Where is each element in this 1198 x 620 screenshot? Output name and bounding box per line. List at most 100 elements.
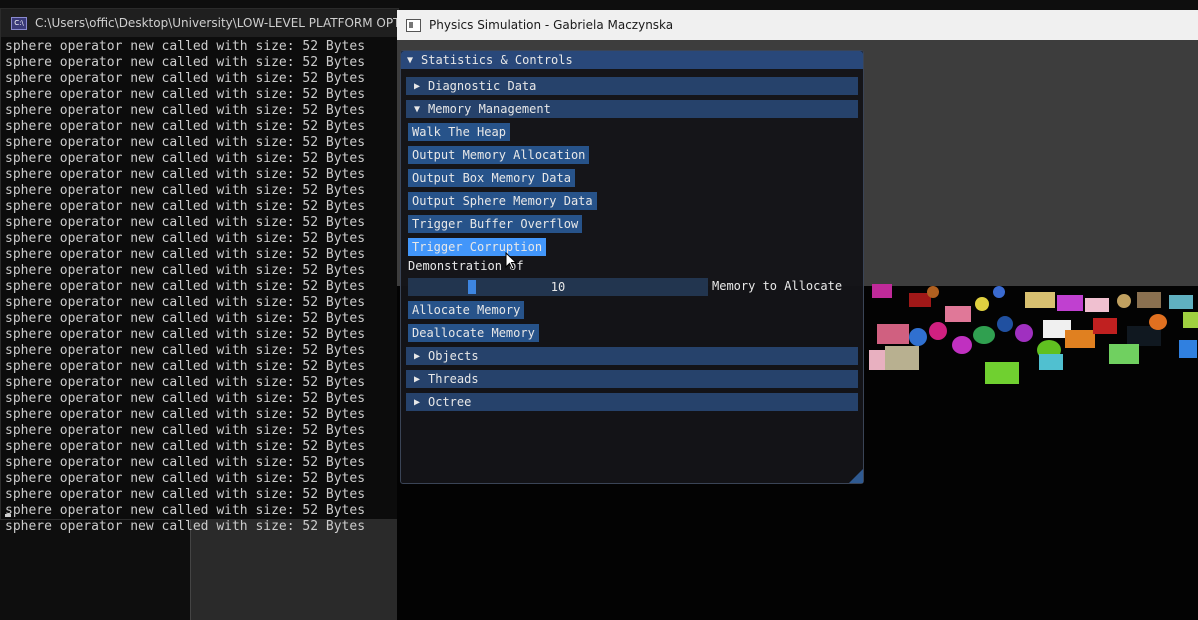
header-label: Objects (428, 349, 479, 363)
console-output: sphere operator new called with size: 52… (1, 37, 398, 535)
slider-label: Memory to Allocate (712, 279, 843, 293)
box-object (869, 350, 885, 370)
console-line: sphere operator new called with size: 52… (5, 167, 366, 182)
memory-to-allocate-slider[interactable]: 10 (408, 278, 708, 296)
header-octree[interactable]: ▶ Octree (406, 393, 858, 411)
console-line: sphere operator new called with size: 52… (5, 215, 366, 230)
mouse-cursor-icon (505, 252, 517, 270)
console-window[interactable]: C:\ C:\Users\offic\Desktop\University\LO… (0, 8, 399, 534)
app-titlebar[interactable]: Physics Simulation - Gabriela Maczynska (397, 10, 1198, 40)
console-cursor (5, 514, 11, 517)
header-threads[interactable]: ▶ Threads (406, 370, 858, 388)
sphere-object (973, 326, 995, 344)
allocate-memory-button[interactable]: Allocate Memory (408, 301, 525, 319)
sphere-object (929, 322, 947, 340)
console-line: sphere operator new called with size: 52… (5, 135, 366, 150)
sphere-object (1149, 314, 1167, 330)
header-label: Octree (428, 395, 472, 409)
slider-value: 10 (550, 280, 566, 294)
console-line: sphere operator new called with size: 52… (5, 423, 366, 438)
console-line: sphere operator new called with size: 52… (5, 279, 366, 294)
console-titlebar[interactable]: C:\ C:\Users\offic\Desktop\University\LO… (1, 9, 398, 37)
expand-arrow-icon: ▶ (413, 350, 421, 362)
app-title: Physics Simulation - Gabriela Maczynska (429, 18, 674, 32)
deallocate-memory-button[interactable]: Deallocate Memory (408, 324, 539, 342)
console-line: sphere operator new called with size: 52… (5, 375, 366, 390)
console-line: sphere operator new called with size: 52… (5, 71, 366, 86)
console-line: sphere operator new called with size: 52… (5, 247, 366, 262)
console-line: sphere operator new called with size: 52… (5, 199, 366, 214)
box-object (1039, 354, 1063, 370)
console-icon: C:\ (11, 16, 27, 30)
box-object (877, 324, 909, 344)
header-label: Diagnostic Data (428, 79, 537, 93)
sphere-object (1015, 324, 1033, 342)
header-memory-management[interactable]: ▼ Memory Management (406, 100, 858, 118)
box-object (1093, 318, 1117, 334)
console-line: sphere operator new called with size: 52… (5, 503, 366, 518)
collapse-arrow-icon: ▼ (413, 103, 421, 115)
console-line: sphere operator new called with size: 52… (5, 471, 366, 486)
console-line: sphere operator new called with size: 52… (5, 87, 366, 102)
output-memory-allocation-button[interactable]: Output Memory Allocation (408, 146, 590, 164)
collapse-arrow-icon[interactable]: ▼ (407, 55, 421, 66)
header-label: Memory Management (428, 102, 551, 116)
box-object (985, 362, 1019, 384)
console-line: sphere operator new called with size: 52… (5, 295, 366, 310)
console-line: sphere operator new called with size: 52… (5, 487, 366, 502)
console-line: sphere operator new called with size: 52… (5, 183, 366, 198)
sphere-object (927, 286, 939, 298)
trigger-buffer-overflow-button[interactable]: Trigger Buffer Overflow (408, 215, 583, 233)
box-object (1169, 295, 1193, 309)
expand-arrow-icon: ▶ (413, 396, 421, 408)
console-line: sphere operator new called with size: 52… (5, 119, 366, 134)
console-line: sphere operator new called with size: 52… (5, 231, 366, 246)
box-object (1109, 344, 1139, 364)
header-diagnostic-data[interactable]: ▶ Diagnostic Data (406, 77, 858, 95)
sphere-object (1117, 294, 1131, 308)
console-line: sphere operator new called with size: 52… (5, 407, 366, 422)
box-object (1025, 292, 1055, 308)
statistics-controls-panel[interactable]: ▼ Statistics & Controls ▶ Diagnostic Dat… (400, 50, 864, 484)
expand-arrow-icon: ▶ (413, 80, 421, 92)
console-line: sphere operator new called with size: 52… (5, 103, 366, 118)
console-line: sphere operator new called with size: 52… (5, 151, 366, 166)
box-object (885, 346, 919, 370)
app-window-icon (406, 18, 421, 32)
console-line: sphere operator new called with size: 52… (5, 327, 366, 342)
panel-title-bar[interactable]: ▼ Statistics & Controls (401, 51, 863, 69)
console-line: sphere operator new called with size: 52… (5, 455, 366, 470)
output-box-memory-data-button[interactable]: Output Box Memory Data (408, 169, 575, 187)
resize-grip-icon[interactable] (849, 469, 863, 483)
box-object (872, 284, 892, 298)
sphere-object (993, 286, 1005, 298)
sphere-object (952, 336, 972, 354)
box-object (1179, 340, 1197, 358)
console-line: sphere operator new called with size: 52… (5, 439, 366, 454)
box-object (1057, 295, 1083, 311)
box-object (1085, 298, 1109, 312)
box-object (1065, 330, 1095, 348)
console-line: sphere operator new called with size: 52… (5, 311, 366, 326)
console-line: sphere operator new called with size: 52… (5, 343, 366, 358)
console-line: sphere operator new called with size: 52… (5, 359, 366, 374)
trigger-corruption-button[interactable]: Trigger Corruption (408, 238, 547, 256)
box-object (945, 306, 971, 322)
box-object (1137, 292, 1161, 308)
console-line: sphere operator new called with size: 52… (5, 55, 366, 70)
sphere-object (997, 316, 1013, 332)
console-line: sphere operator new called with size: 52… (5, 39, 366, 54)
console-title: C:\Users\offic\Desktop\University\LOW-LE… (35, 16, 398, 30)
walk-the-heap-button[interactable]: Walk The Heap (408, 123, 510, 141)
console-line: sphere operator new called with size: 52… (5, 391, 366, 406)
box-object (1183, 312, 1198, 328)
console-line: sphere operator new called with size: 52… (5, 263, 366, 278)
header-label: Threads (428, 372, 479, 386)
sphere-object (909, 328, 927, 346)
header-objects[interactable]: ▶ Objects (406, 347, 858, 365)
sphere-object (975, 297, 989, 311)
console-line: sphere operator new called with size: 52… (5, 519, 366, 534)
output-sphere-memory-data-button[interactable]: Output Sphere Memory Data (408, 192, 597, 210)
expand-arrow-icon: ▶ (413, 373, 421, 385)
panel-title: Statistics & Controls (421, 53, 573, 67)
